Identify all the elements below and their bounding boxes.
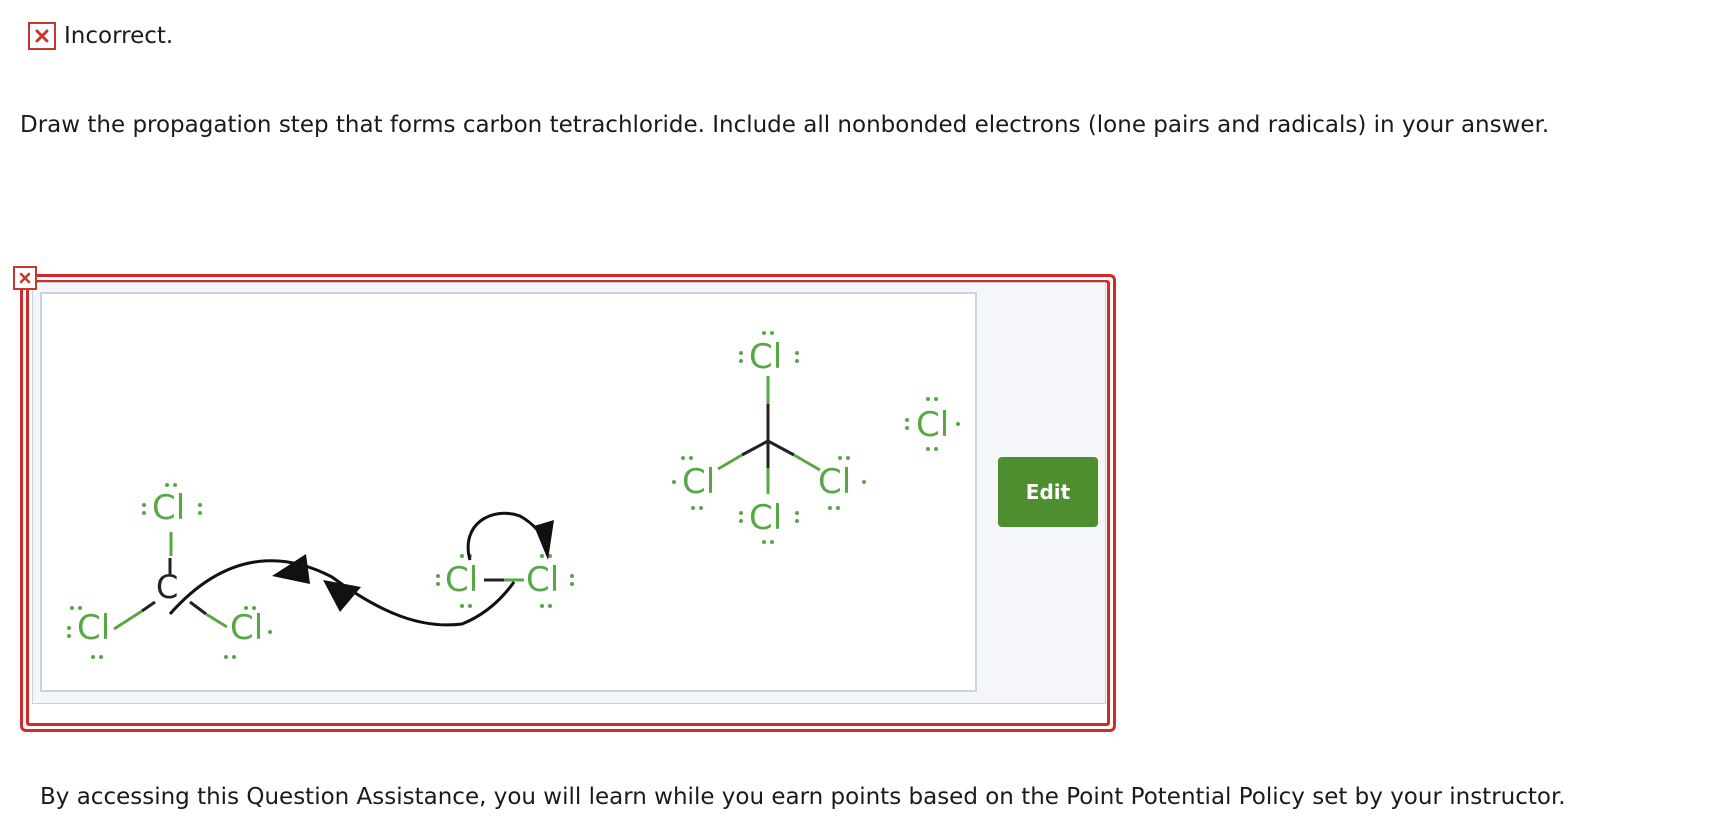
answer-error-x-icon <box>13 266 37 290</box>
bond <box>793 453 821 472</box>
bond <box>767 439 795 457</box>
bond <box>141 600 156 613</box>
bond <box>741 439 769 457</box>
carbon-atom: C <box>156 568 178 606</box>
chlorine-atom: Cl <box>526 560 559 600</box>
chlorine-atom: Cl <box>77 608 110 648</box>
chlorine-atom: Cl <box>749 498 782 538</box>
bond <box>205 612 228 629</box>
chlorine-atom: Cl <box>818 462 851 502</box>
chlorine-radical: Cl <box>916 405 949 445</box>
bond <box>717 453 743 471</box>
chlorine-atom: Cl <box>749 337 782 377</box>
chlorine-atom: Cl <box>230 608 263 648</box>
incorrect-x-icon <box>28 22 56 50</box>
half-arrow-icon <box>466 511 554 561</box>
chlorine-atom: Cl <box>152 488 185 528</box>
edit-button[interactable]: Edit <box>998 457 1098 527</box>
status-row: Incorrect. <box>28 20 173 52</box>
bond <box>113 609 143 631</box>
drawing-canvas[interactable]: C Cl Cl Cl Cl Cl Cl Cl Cl Cl Cl <box>40 292 977 692</box>
status-text: Incorrect. <box>64 23 174 49</box>
chlorine-atom: Cl <box>682 462 715 502</box>
bond <box>189 600 207 616</box>
chlorine-atom: Cl <box>445 560 478 600</box>
question-prompt: Draw the propagation step that forms car… <box>20 112 1550 138</box>
question-assistance-notice: By accessing this Question Assistance, y… <box>40 784 1566 810</box>
